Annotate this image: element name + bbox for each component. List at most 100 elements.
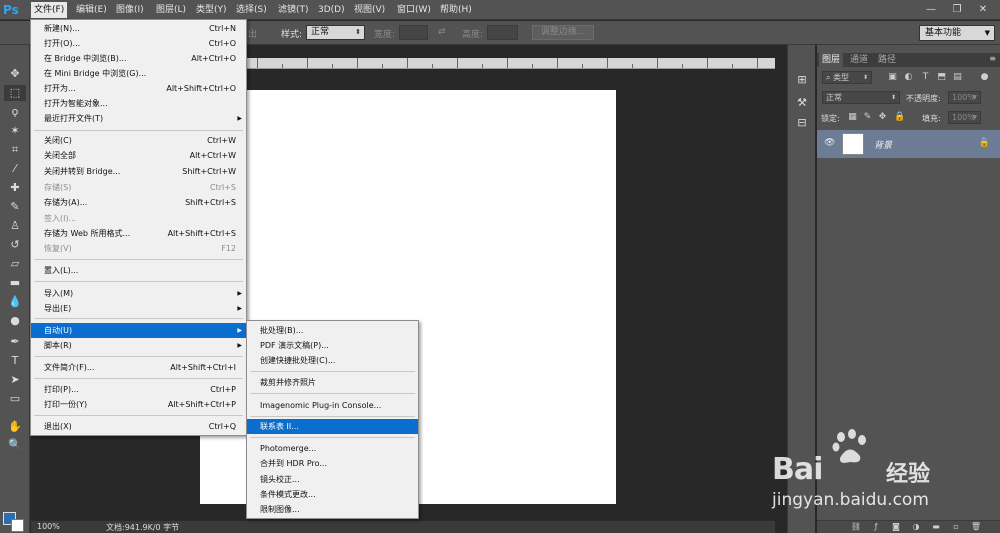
link-layers-icon[interactable]: ⛓ [850,522,862,531]
menu-item-new[interactable]: 新建(N)... Ctrl+N [31,21,246,36]
filter-shape-icon[interactable]: ⬒ [936,72,947,82]
move-tool-icon[interactable]: ✥ [4,66,26,82]
menu-item-merge-hdr[interactable]: 合并到 HDR Pro... [247,456,418,471]
menu-item-photomerge[interactable]: Photomerge... [247,441,418,456]
brush-presets-icon[interactable]: ⚒ [793,95,811,111]
workspace-select[interactable]: 基本功能 ▼ [919,25,995,41]
layer-style-icon[interactable]: ƒ [870,522,882,531]
menu-item-save[interactable]: 存储(S) Ctrl+S [31,180,246,195]
lock-position-icon[interactable]: ✥ [877,112,888,122]
height-input[interactable] [487,25,518,40]
menu-item-import[interactable]: 导入(M) ▶ [31,286,246,301]
menu-file[interactable]: 文件(F) [31,2,68,18]
menu-item-print-one-copy[interactable]: 打印一份(Y) Alt+Shift+Ctrl+P [31,397,246,412]
lock-all-icon[interactable]: 🔒 [894,112,905,122]
opacity-input[interactable]: 100% ▼ [948,91,981,104]
restore-icon[interactable]: ❐ [946,1,968,18]
menu-item-close-all[interactable]: 关闭全部 Alt+Ctrl+W [31,148,246,163]
menu-item-exit[interactable]: 退出(X) Ctrl+Q [31,419,246,434]
style-select[interactable]: 正常 ⬍ [306,25,365,40]
gradient-tool-icon[interactable]: ▬ [4,275,26,291]
visibility-eye-icon[interactable]: 👁 [824,138,835,148]
menu-3d[interactable]: 3D(D) [315,2,348,18]
menu-image[interactable]: 图像(I) [113,2,147,18]
menu-item-browse-mini-bridge[interactable]: 在 Mini Bridge 中浏览(G)... [31,66,246,81]
menu-item-save-as[interactable]: 存储为(A)... Shift+Ctrl+S [31,195,246,210]
menu-item-fit-image[interactable]: 限制图像... [247,502,418,517]
menu-item-contact-sheet[interactable]: 联系表 II... [247,419,418,434]
trash-icon[interactable]: 🗑 [970,522,982,531]
zoom-level[interactable]: 100% [37,522,60,531]
menu-item-close[interactable]: 关闭(C) Ctrl+W [31,133,246,148]
tab-channels[interactable]: 通道 [847,53,871,67]
new-group-icon[interactable]: ▬ [930,522,942,531]
dodge-tool-icon[interactable]: ● [4,313,26,329]
adjustments-panel-icon[interactable]: ⊟ [793,115,811,131]
menu-item-recent-files[interactable]: 最近打开文件(T) ▶ [31,111,246,126]
menu-item-create-droplet[interactable]: 创建快捷批处理(C)... [247,353,418,368]
layer-mask-icon[interactable]: ◙ [890,522,902,531]
menu-item-open[interactable]: 打开(O)... Ctrl+O [31,36,246,51]
history-brush-tool-icon[interactable]: ↺ [4,237,26,253]
close-icon[interactable]: ✕ [972,1,994,18]
background-color-swatch[interactable] [11,519,24,532]
eyedropper-tool-icon[interactable]: ⁄ [4,161,26,177]
layer-filter-select[interactable]: ⌕ 类型 ⬍ [822,71,872,84]
history-panel-icon[interactable]: ⊞ [793,72,811,88]
crop-tool-icon[interactable]: ⌗ [4,142,26,158]
menu-type[interactable]: 类型(Y) [193,2,230,18]
menu-item-revert[interactable]: 恢复(V) F12 [31,241,246,256]
swap-icon[interactable]: ⇄ [438,27,446,37]
menu-item-scripts[interactable]: 脚本(R) ▶ [31,338,246,353]
menu-layer[interactable]: 图层(L) [153,2,189,18]
menu-item-export[interactable]: 导出(E) ▶ [31,301,246,316]
menu-item-place[interactable]: 置入(L)... [31,263,246,278]
menu-item-imagenomic-console[interactable]: Imagenomic Plug-in Console... [247,398,418,413]
blur-tool-icon[interactable]: 💧 [4,294,26,310]
menu-view[interactable]: 视图(V) [351,2,388,18]
pen-tool-icon[interactable]: ✒ [4,334,26,350]
width-input[interactable] [399,25,428,40]
tab-paths[interactable]: 路径 [875,53,899,67]
adjustment-layer-icon[interactable]: ◑ [910,522,922,531]
lock-transparent-icon[interactable]: ▦ [847,112,858,122]
rectangle-tool-icon[interactable]: ▭ [4,391,26,407]
tab-layers[interactable]: 图层 [819,53,844,67]
menu-item-batch[interactable]: 批处理(B)... [247,323,418,338]
filter-toggle-icon[interactable]: ● [979,72,990,82]
lasso-tool-icon[interactable]: ϙ [4,104,26,120]
hand-tool-icon[interactable]: ✋ [4,419,26,435]
menu-item-lens-correction[interactable]: 镜头校正... [247,472,418,487]
type-tool-icon[interactable]: T [4,353,26,369]
filter-adjustment-icon[interactable]: ◐ [903,72,914,82]
layer-name[interactable]: 背景 [874,138,892,151]
menu-item-browse-bridge[interactable]: 在 Bridge 中浏览(B)... Alt+Ctrl+O [31,51,246,66]
blend-mode-select[interactable]: 正常 ⬍ [822,91,900,104]
brush-tool-icon[interactable]: ✎ [4,199,26,215]
lock-image-icon[interactable]: ✎ [862,112,873,122]
menu-filter[interactable]: 滤镜(T) [275,2,312,18]
menu-item-open-as[interactable]: 打开为... Alt+Shift+Ctrl+O [31,81,246,96]
menu-item-print[interactable]: 打印(P)... Ctrl+P [31,382,246,397]
minimize-icon[interactable]: — [920,1,942,18]
panel-menu-icon[interactable]: ≡ [989,54,996,63]
menu-window[interactable]: 窗口(W) [394,2,434,18]
menu-item-automate[interactable]: 自动(U) ▶ [31,323,246,338]
path-select-tool-icon[interactable]: ➤ [4,372,26,388]
menu-edit[interactable]: 编辑(E) [73,2,110,18]
filter-smart-object-icon[interactable]: ▤ [952,72,963,82]
menu-item-conditional-mode-change[interactable]: 条件模式更改... [247,487,418,502]
filter-pixel-icon[interactable]: ▣ [887,72,898,82]
healing-brush-tool-icon[interactable]: ✚ [4,180,26,196]
menu-item-file-info[interactable]: 文件简介(F)... Alt+Shift+Ctrl+I [31,360,246,375]
eraser-tool-icon[interactable]: ▱ [4,256,26,272]
fill-input[interactable]: 100% ▼ [948,111,981,124]
menu-item-crop-straighten[interactable]: 裁剪并修齐照片 [247,375,418,390]
quick-select-tool-icon[interactable]: ✶ [4,123,26,139]
refine-edge-button[interactable]: 调整边缘... [532,25,594,40]
menu-item-pdf-presentation[interactable]: PDF 演示文稿(P)... [247,338,418,353]
layer-row[interactable]: 👁 背景 🔒 [817,130,1000,158]
filter-type-icon[interactable]: T [920,72,931,82]
menu-item-save-for-web[interactable]: 存储为 Web 所用格式... Alt+Shift+Ctrl+S [31,226,246,241]
menu-help[interactable]: 帮助(H) [437,2,475,18]
